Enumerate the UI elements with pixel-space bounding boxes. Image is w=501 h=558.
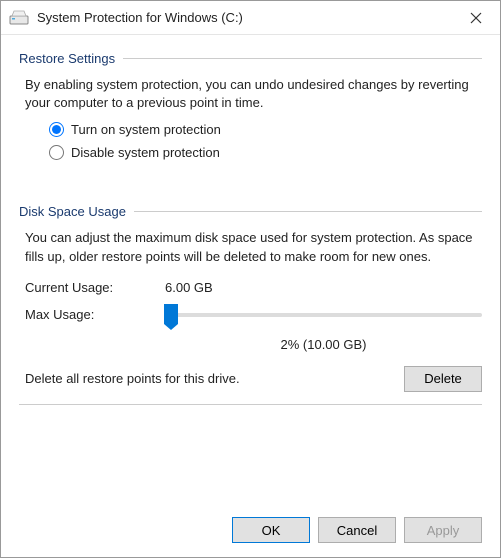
- slider-thumb[interactable]: [164, 304, 178, 324]
- close-button[interactable]: [456, 3, 496, 33]
- ok-button[interactable]: OK: [232, 517, 310, 543]
- restore-heading: Restore Settings: [19, 51, 115, 66]
- divider: [134, 211, 482, 212]
- radio-turn-on-input[interactable]: [49, 122, 64, 137]
- max-usage-row: Max Usage:: [25, 301, 482, 329]
- dialog-window: System Protection for Windows (C:) Resto…: [0, 0, 501, 558]
- radio-disable[interactable]: Disable system protection: [49, 145, 482, 160]
- radio-disable-label: Disable system protection: [71, 145, 220, 160]
- slider-value-text: 2% (10.00 GB): [165, 337, 482, 352]
- current-usage-value: 6.00 GB: [165, 280, 213, 295]
- divider: [123, 58, 482, 59]
- max-usage-slider[interactable]: [165, 301, 482, 329]
- cancel-button[interactable]: Cancel: [318, 517, 396, 543]
- titlebar: System Protection for Windows (C:): [1, 1, 500, 35]
- drive-icon: [9, 10, 31, 26]
- disk-heading: Disk Space Usage: [19, 204, 126, 219]
- footer-buttons: OK Cancel Apply: [1, 505, 500, 557]
- delete-button[interactable]: Delete: [404, 366, 482, 392]
- delete-row: Delete all restore points for this drive…: [25, 366, 482, 392]
- restore-settings-header: Restore Settings: [19, 51, 482, 66]
- current-usage-row: Current Usage: 6.00 GB: [25, 280, 482, 295]
- slider-track: [165, 313, 482, 317]
- restore-description: By enabling system protection, you can u…: [19, 76, 482, 112]
- protection-radio-group: Turn on system protection Disable system…: [49, 122, 482, 160]
- window-title: System Protection for Windows (C:): [37, 10, 456, 25]
- max-usage-label: Max Usage:: [25, 307, 165, 322]
- radio-disable-input[interactable]: [49, 145, 64, 160]
- radio-turn-on-label: Turn on system protection: [71, 122, 221, 137]
- current-usage-label: Current Usage:: [25, 280, 165, 295]
- disk-usage-header: Disk Space Usage: [19, 204, 482, 219]
- radio-turn-on[interactable]: Turn on system protection: [49, 122, 482, 137]
- footer-separator: [19, 404, 482, 405]
- apply-button[interactable]: Apply: [404, 517, 482, 543]
- delete-description: Delete all restore points for this drive…: [25, 371, 404, 386]
- disk-description: You can adjust the maximum disk space us…: [19, 229, 482, 265]
- content-area: Restore Settings By enabling system prot…: [1, 35, 500, 505]
